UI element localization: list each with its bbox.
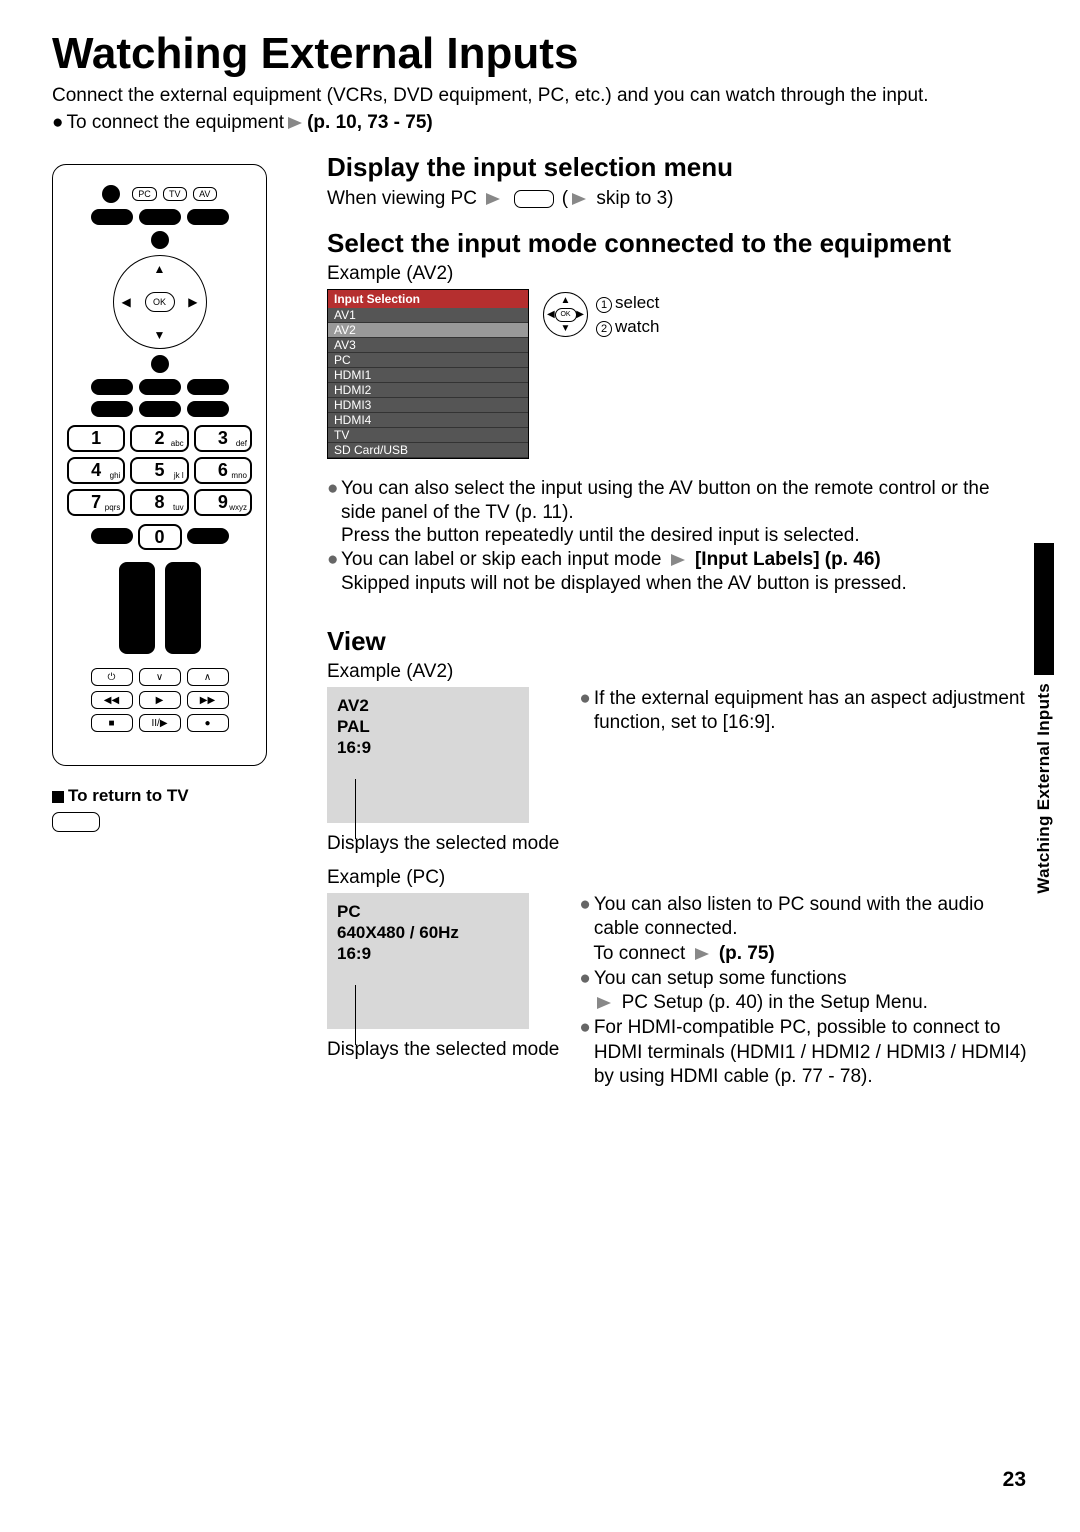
arrow-right-icon xyxy=(671,554,685,566)
connect-ref: (p. 10, 73 - 75) xyxy=(307,112,433,134)
section2-example: Example (AV2) xyxy=(327,263,1028,285)
previewB-caption: Displays the selected mode xyxy=(327,1039,559,1061)
menu-header: Input Selection xyxy=(328,290,528,308)
side-tab: Watching External Inputs xyxy=(1034,543,1054,894)
arrow-right-icon xyxy=(288,117,302,129)
ok-nav-diagram: ▲ ▼ ◀ ▶ OK 1select 2watch xyxy=(543,289,659,341)
remote-key-av: AV xyxy=(193,187,217,201)
section2-notes: ●You can also select the input using the… xyxy=(327,477,1028,596)
keypad-zero: 0 xyxy=(138,524,182,550)
ok-button: OK xyxy=(145,292,175,312)
connect-prefix: To connect the equipment xyxy=(66,112,284,134)
remote-illustration: PC TV AV ▲ ▼ ◀ ▶ OK 1 2abc 3def 4ghi 5jk xyxy=(52,164,267,766)
section1-line: When viewing PC ( skip to 3) xyxy=(327,187,1028,212)
preview-box-pc: PC 640X480 / 60Hz 16:9 xyxy=(327,893,529,1029)
chevron-down-icon: ▼ xyxy=(154,328,166,342)
intro-text: Connect the external equipment (VCRs, DV… xyxy=(52,84,1028,108)
keypad: 1 2abc 3def 4ghi 5jk l 6mno 7pqrs 8tuv 9… xyxy=(61,425,258,516)
arrow-right-icon xyxy=(695,948,709,960)
section3-exampleB: Example (PC) xyxy=(327,867,1028,889)
section1-heading: Display the input selection menu xyxy=(327,152,1028,183)
page-number: 23 xyxy=(1003,1468,1026,1492)
chevron-left-icon: ◀ xyxy=(122,295,131,309)
side-tab-marker xyxy=(1034,543,1054,675)
button-outline-icon xyxy=(514,190,554,208)
nav-pad: ▲ ▼ ◀ ▶ OK xyxy=(113,255,207,349)
power-icon xyxy=(102,185,120,203)
connect-equipment-line: ● To connect the equipment (p. 10, 73 - … xyxy=(52,112,1028,134)
section3-heading: View xyxy=(327,626,1028,657)
section3-exampleA: Example (AV2) xyxy=(327,661,1028,683)
arrow-right-icon xyxy=(572,193,586,205)
chevron-up-icon: ▲ xyxy=(154,262,166,276)
page-title: Watching External Inputs xyxy=(52,30,1028,78)
return-to-tv: To return to TV xyxy=(52,786,267,806)
bullet-icon: ● xyxy=(52,112,63,134)
arrow-right-icon xyxy=(486,193,500,205)
previewA-caption: Displays the selected mode xyxy=(327,833,559,855)
square-icon xyxy=(52,791,64,803)
chevron-right-icon: ▶ xyxy=(188,295,197,309)
arrow-right-icon xyxy=(597,997,611,1009)
tv-button-outline xyxy=(52,812,100,832)
remote-key-tv: TV xyxy=(163,187,187,201)
section2-heading: Select the input mode connected to the e… xyxy=(327,228,1028,259)
input-selection-menu: Input Selection AV1 AV2 AV3 PC HDMI1 HDM… xyxy=(327,289,529,459)
preview-box-av2: AV2 PAL 16:9 xyxy=(327,687,529,823)
remote-key-pc: PC xyxy=(132,187,157,201)
